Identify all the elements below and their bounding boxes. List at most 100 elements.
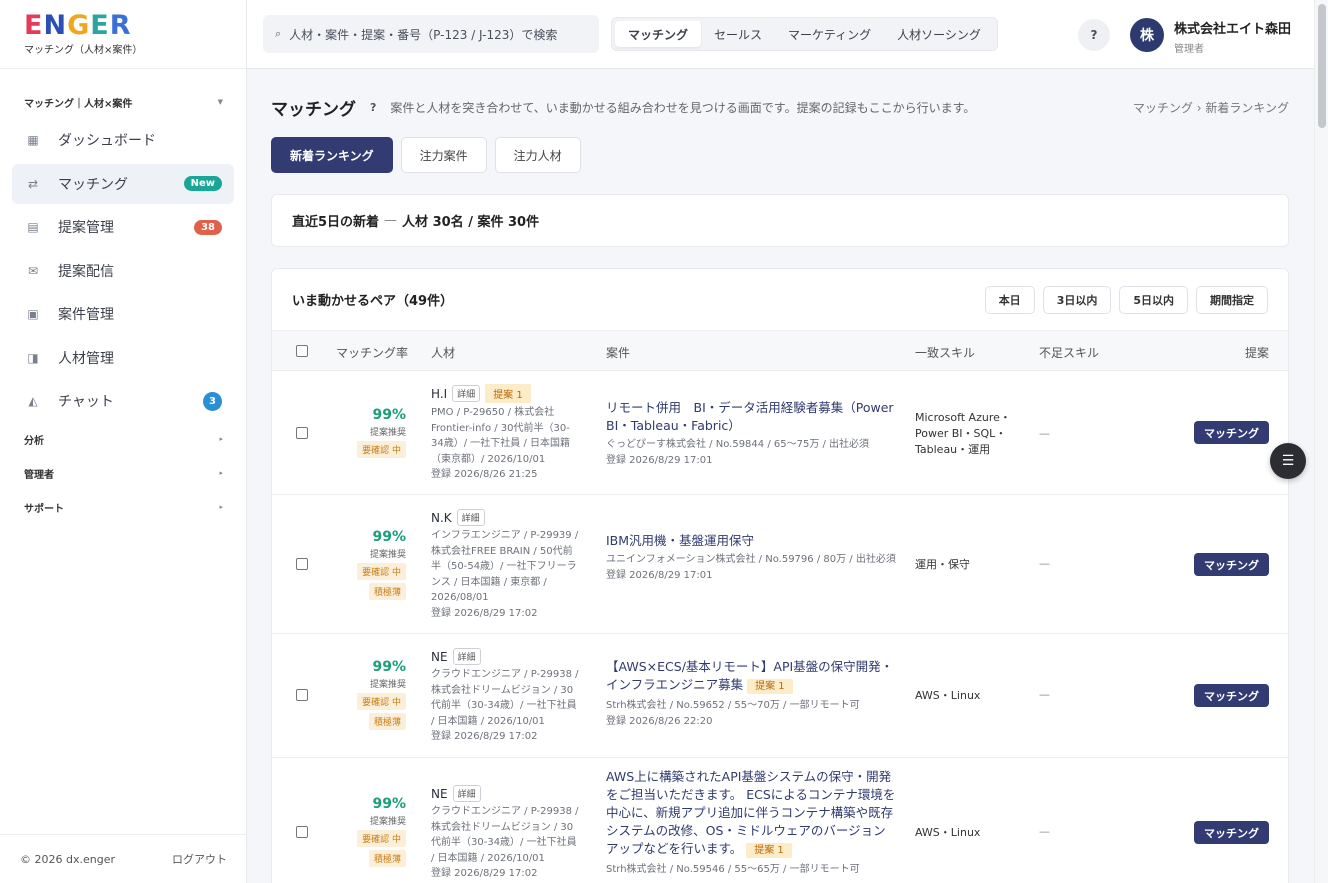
col-missing-skills: 不足スキル [1039,346,1100,360]
row-checkbox[interactable] [296,826,308,838]
detail-button[interactable]: 詳細 [456,509,485,526]
select-all-checkbox[interactable] [296,345,308,357]
chevron-right-icon: ▸ [219,503,223,511]
section-matching[interactable]: マッチング｜人材×案件 ▼ [0,91,247,113]
detail-button[interactable]: 詳細 [452,648,481,665]
logout-link[interactable]: ログアウト [172,851,227,867]
talent-name[interactable]: H.I [431,387,447,401]
mode-sales[interactable]: セールス [701,21,775,47]
tab-focus-jobs[interactable]: 注力案件 [400,137,487,173]
matching-button[interactable]: マッチング [1194,553,1269,576]
job-title[interactable]: リモート併用 BI・データ活用経験者募集（Power BI・Tableau・Fa… [606,399,896,435]
filter-today[interactable]: 本日 [984,285,1035,314]
matching-button[interactable]: マッチング [1194,421,1269,444]
folder-icon: ▣ [27,307,39,321]
job-info: ユニインフォメーション株式会社 / No.59796 / 80万 / 出社必須 [606,554,896,565]
talent-name[interactable]: NE [431,787,448,801]
match-rate: 99% 提案推奨 要確認 中 [342,407,406,458]
sidebar-item-jobs[interactable]: ▣ 案件管理 [12,294,234,334]
user-info[interactable]: 株式会社エイト森田 管理者 [1174,18,1291,55]
status-tag: 要確認 中 [357,563,406,580]
col-rate[interactable]: マッチング率 [336,344,408,361]
sidebar-item-label: 提案管理 [58,220,114,236]
talent-name[interactable]: N.K [431,511,452,525]
row-checkbox[interactable] [296,558,308,570]
person-icon: ◨ [27,350,39,365]
job-title[interactable]: 【AWS×ECS/基本リモート】API基盤の保守開発・インフラエンジニア募集 提… [606,658,896,696]
status-tag: 要確認 中 [357,441,406,458]
status-tag: 積極薄 [368,583,406,600]
filter-5days[interactable]: 5日以内 [1119,285,1188,314]
row-checkbox[interactable] [296,689,308,701]
job-registered: 登録 2026/8/29 17:01 [606,569,713,581]
sidebar-item-distribution[interactable]: ✉ 提案配信 [12,251,234,291]
user-role: 管理者 [1174,44,1204,55]
scrollbar[interactable] [1314,0,1328,883]
mode-sourcing[interactable]: 人材ソーシング [884,21,994,47]
sidebar-item-label: チャット [58,394,114,410]
detail-button[interactable]: 詳細 [452,785,481,802]
scroll-thumb[interactable] [1318,4,1326,128]
section-analysis[interactable]: 分析 ▸ [0,428,247,450]
proposal-badge: 提案 1 [746,843,792,858]
status-tag: 要確認 中 [357,830,406,847]
sidebar-nav: ▦ ダッシュボード ⇄ マッチング New ▤ 提案管理 38 ✉ 提案配信 ▣… [12,120,234,425]
status-tag: 積極薄 [368,713,406,730]
table-row[interactable]: 99% 提案推奨 要確認 中 H.I 詳細 提案 1 PMO / P-29650 /… [272,371,1288,495]
search-placeholder: 人材・案件・提案・番号（P-123 / J-123）で検索 [289,27,558,42]
table-row[interactable]: 99% 提案推奨 要確認 中 積極薄 N.K 詳細 インフラエンジニア / P-2… [272,495,1288,634]
missing-skills: — [1039,427,1050,440]
job-title[interactable]: IBM汎用機・基盤運用保守 [606,532,896,550]
proposal-badge: 提案 1 [485,384,531,403]
filter-custom-period[interactable]: 期間指定 [1196,285,1268,314]
section-admin[interactable]: 管理者 ▸ [0,462,247,484]
col-proposal: 提案 [1244,346,1269,360]
tab-new-ranking[interactable]: 新着ランキング [271,137,393,173]
count-badge: 3 [203,391,222,411]
job-registered: 登録 2026/8/29 17:01 [606,454,713,466]
search-input[interactable]: ⌕ 人材・案件・提案・番号（P-123 / J-123）で検索 [263,15,599,53]
matching-button[interactable]: マッチング [1194,821,1269,844]
job-registered: 登録 2026/8/26 22:20 [606,715,713,727]
talent-name[interactable]: NE [431,650,448,664]
sidebar-item-label: ダッシュボード [58,133,156,149]
table-row[interactable]: 99% 提案推奨 要確認 中 積極薄 NE 詳細 クラウドエンジニア / P-29… [272,634,1288,758]
logo[interactable]: ENGER [24,12,246,40]
detail-button[interactable]: 詳細 [452,385,481,402]
talent-info: クラウドエンジニア / P-29938 / 株式会社ドリームビジョン / 30代… [431,669,579,727]
table-row[interactable]: 99% 提案推奨 要確認 中 積極薄 NE 詳細 クラウドエンジニア / P-29… [272,758,1288,883]
mode-marketing[interactable]: マーケティング [775,21,884,47]
job-title[interactable]: AWS上に構築されたAPI基盤システムの保守・開発をご担当いただきます。 ECS… [606,768,896,860]
missing-skills: — [1039,688,1050,701]
section-support[interactable]: サポート ▸ [0,496,247,518]
matching-button[interactable]: マッチング [1194,684,1269,707]
summary-value: 人材 30名 / 案件 30件 [402,215,540,230]
period-filters: 本日 3日以内 5日以内 期間指定 [984,285,1268,314]
col-talent: 人材 [431,346,456,360]
avatar[interactable]: 株 [1130,18,1164,52]
talent-cell: H.I 詳細 提案 1 PMO / P-29650 / 株式会社Frontier-i… [431,384,581,483]
sidebar-footer: © 2026 dx.enger ログアウト [0,834,247,883]
sidebar-item-proposals[interactable]: ▤ 提案管理 38 [12,207,234,247]
match-rate: 99% 提案推奨 要確認 中 積極薄 [342,529,406,600]
sidebar-item-talent[interactable]: ◨ 人材管理 [12,338,234,378]
match-rate: 99% 提案推奨 要確認 中 積極薄 [342,659,406,730]
row-checkbox[interactable] [296,427,308,439]
status-tag: 積極薄 [368,850,406,867]
sidebar-item-dashboard[interactable]: ▦ ダッシュボード [12,120,234,160]
help-icon[interactable]: ? [370,101,376,114]
mode-matching[interactable]: マッチング [615,21,702,47]
job-cell: リモート併用 BI・データ活用経験者募集（Power BI・Tableau・Fa… [606,399,896,468]
sidebar-item-chat[interactable]: ◭ チャット 3 [12,381,234,421]
matched-skills: 運用・保守 [915,558,970,571]
filter-3days[interactable]: 3日以内 [1042,285,1112,314]
copyright: © 2026 dx.enger [20,852,115,866]
tab-focus-talent[interactable]: 注力人材 [494,137,581,173]
help-button[interactable]: ? [1078,19,1110,51]
matched-skills: AWS・Linux [915,826,981,839]
sidebar-item-matching[interactable]: ⇄ マッチング New [12,163,234,204]
filter-fab[interactable]: ☰ [1270,443,1306,479]
section-admin-label: 管理者 [24,469,54,481]
breadcrumb[interactable]: マッチング › 新着ランキング [1133,99,1289,116]
search-icon: ⌕ [275,27,282,40]
